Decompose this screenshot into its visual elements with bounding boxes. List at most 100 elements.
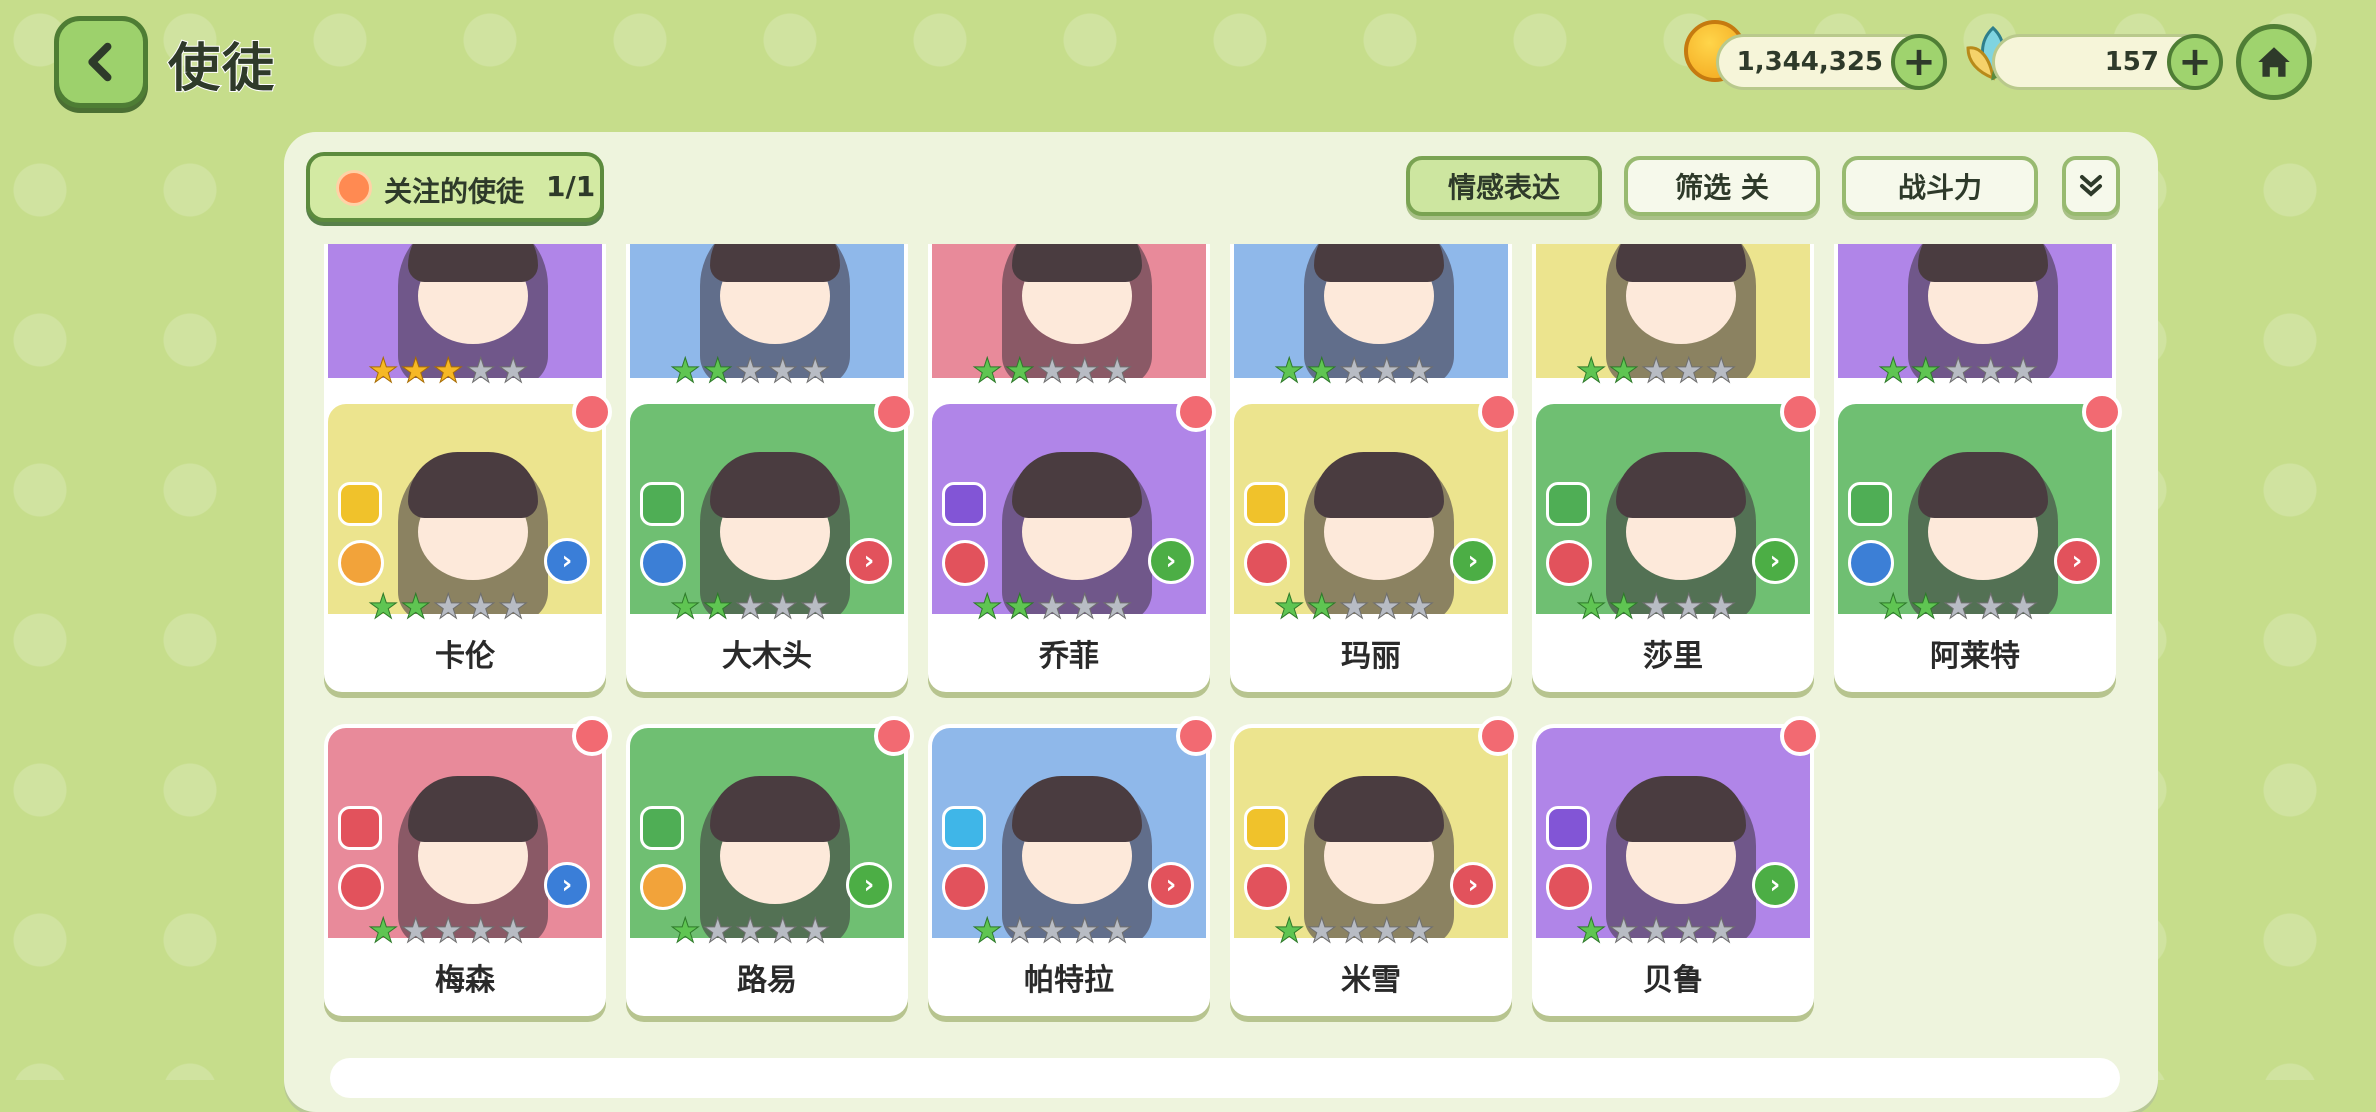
upgrade-arrow-icon: › [1752,862,1798,908]
star-icon: ★ [1101,351,1133,391]
star-icon: ★ [2007,587,2039,627]
upgrade-arrow-icon: › [1148,538,1194,584]
star-icon: ★ [1575,351,1607,391]
star-icon: ★ [1910,351,1942,391]
star-icon: ★ [1338,587,1370,627]
apostle-card[interactable]: › 卡伦 ★ ★ ★ ★ ★ [324,392,612,694]
favorite-flower-icon[interactable] [1176,716,1216,756]
star-icon: ★ [367,351,399,391]
role-icon [338,540,384,586]
star-rating: ★ ★ ★ ★ ★ [1273,354,1434,389]
star-icon: ★ [1575,911,1607,951]
favorite-flower-icon[interactable] [1780,716,1820,756]
sort-power-button[interactable]: 战斗力 [1842,156,2038,216]
element-icon [942,806,986,850]
star-rating: ★ ★ ★ ★ ★ [1575,351,1736,391]
sort-emotion-button[interactable]: 情感表达 [1406,156,1602,216]
upgrade-arrow-icon: › [846,538,892,584]
star-rating: ★ ★ ★ ★ ★ [1273,911,1434,951]
character-hair [1012,776,1142,842]
role-icon [1848,540,1894,586]
star-icon: ★ [400,351,432,391]
apostle-card[interactable]: › 梅森 ★ ★ ★ ★ ★ [324,716,612,1018]
upgrade-arrow-icon: › [1450,538,1496,584]
star-icon: ★ [1673,587,1705,627]
character-hair [710,244,840,282]
apostle-grid: 琳★★★★★艾斯皮★★★★★刘美美★★★★★雷吉★★★★★茱蜜★★★★★佩斯塔★… [284,244,2158,1080]
apostle-card[interactable]: › 帕特拉 ★ ★ ★ ★ ★ [928,716,1216,1018]
expand-options-button[interactable] [2062,156,2120,216]
apostle-card[interactable]: › 贝鲁 ★ ★ ★ ★ ★ [1532,716,1820,1018]
star-icon: ★ [1673,911,1705,951]
upgrade-arrow-icon: › [846,862,892,908]
favorite-flower-icon[interactable] [1478,716,1518,756]
element-icon [1244,482,1288,526]
star-icon: ★ [669,351,701,391]
character-hair [710,452,840,518]
favorite-flower-icon[interactable] [874,392,914,432]
star-rating: ★ ★ ★ ★ ★ [367,351,529,391]
apostle-card[interactable]: › 路易 ★ ★ ★ ★ ★ [626,716,914,1018]
star-icon: ★ [497,351,529,391]
apostle-card[interactable]: › 大木头 ★ ★ ★ ★ ★ [626,392,914,694]
star-icon: ★ [1036,911,1068,951]
star-icon: ★ [734,351,766,391]
favorite-label: 关注的使徒 [384,175,525,208]
favorite-flower-icon[interactable] [1780,392,1820,432]
star-icon: ★ [1273,911,1305,951]
bottom-section-header [330,1058,2120,1098]
star-icon: ★ [1608,911,1640,951]
favorite-flower-icon[interactable] [874,716,914,756]
star-icon: ★ [1101,587,1133,627]
role-icon [338,864,384,910]
favorite-count: 1/1 [546,170,596,203]
star-icon: ★ [971,587,1003,627]
star-icon: ★ [1273,587,1305,627]
character-hair [408,776,538,842]
star-icon: ★ [1640,351,1672,391]
star-icon: ★ [1371,911,1403,951]
favorite-flower-icon[interactable] [1478,392,1518,432]
character-hair [1012,244,1142,282]
element-icon [1244,806,1288,850]
home-button[interactable] [2236,24,2312,100]
apostle-card[interactable]: › 乔菲 ★ ★ ★ ★ ★ [928,392,1216,694]
upgrade-arrow-icon: › [544,538,590,584]
chevron-left-icon [88,42,112,82]
upgrade-arrow-icon: › [1450,862,1496,908]
gem-amount: 157 [2104,47,2159,77]
favorite-flower-icon[interactable] [572,392,612,432]
star-icon: ★ [702,587,734,627]
star-icon: ★ [1877,351,1909,391]
star-icon: ★ [1338,911,1370,951]
character-hair [710,776,840,842]
add-gold-button[interactable]: + [1891,34,1947,90]
add-gem-button[interactable]: + [2167,34,2223,90]
back-button[interactable] [54,16,148,108]
star-icon: ★ [734,587,766,627]
apostle-card[interactable]: › 米雪 ★ ★ ★ ★ ★ [1230,716,1518,1018]
element-icon [1546,806,1590,850]
apostle-card[interactable]: › 莎里 ★ ★ ★ ★ ★ [1532,392,1820,694]
favorite-flower-icon[interactable] [572,716,612,756]
character-hair [408,452,538,518]
filter-button[interactable]: 筛选 关 [1624,156,1820,216]
apostle-card[interactable]: › 玛丽 ★ ★ ★ ★ ★ [1230,392,1518,694]
favorite-flower-icon[interactable] [1176,392,1216,432]
star-icon: ★ [2007,351,2039,391]
star-icon: ★ [497,911,529,951]
star-icon: ★ [497,587,529,627]
apostle-card[interactable]: › 阿莱特 ★ ★ ★ ★ ★ [1834,392,2122,694]
character-hair [1314,244,1444,282]
upgrade-arrow-icon: › [2054,538,2100,584]
double-chevron-down-icon [2080,175,2102,197]
favorite-apostles-toggle[interactable]: 关注的使徒 1/1 [306,152,604,222]
character-hair [1918,244,2048,282]
element-icon [640,482,684,526]
star-icon: ★ [1069,351,1101,391]
star-icon: ★ [971,911,1003,951]
favorite-flower-icon[interactable] [2082,392,2122,432]
star-icon: ★ [465,587,497,627]
star-icon: ★ [767,911,799,951]
star-icon: ★ [1069,587,1101,627]
